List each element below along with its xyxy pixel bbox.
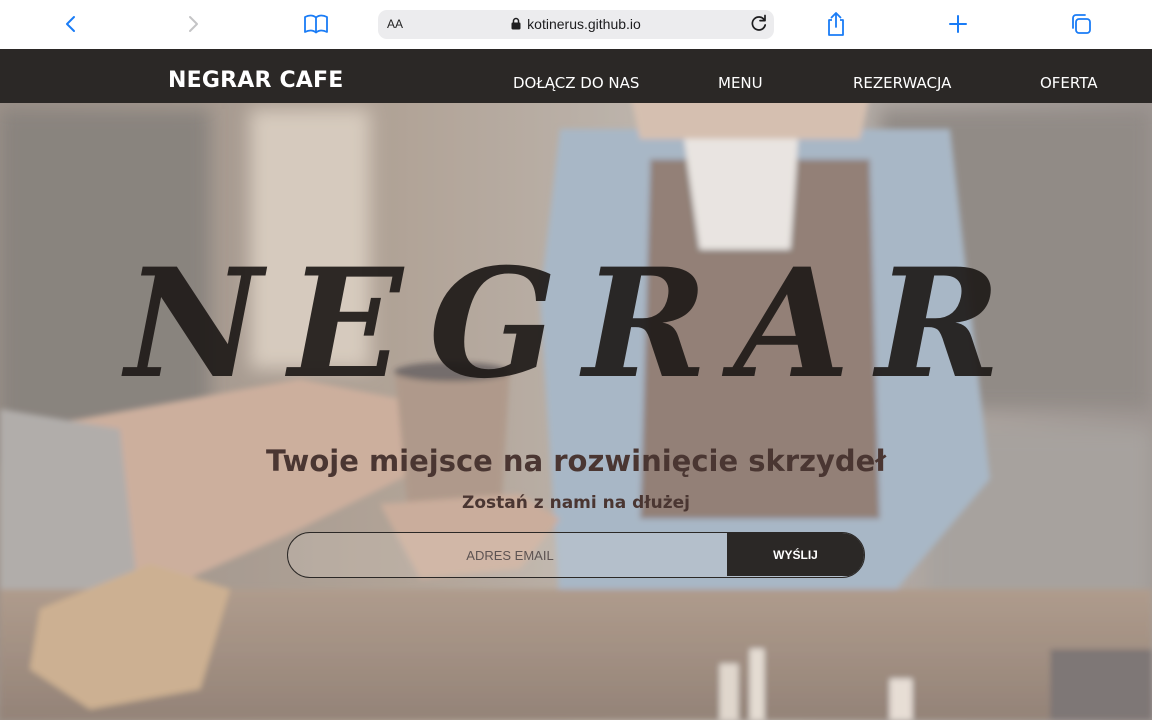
back-icon[interactable] bbox=[57, 10, 85, 38]
site-navbar: NEGRAR CAFE DOŁĄCZ DO NAS MENU REZERWACJ… bbox=[0, 49, 1152, 103]
tabs-icon[interactable] bbox=[1067, 10, 1095, 38]
web-page: NEGRAR CAFE DOŁĄCZ DO NAS MENU REZERWACJ… bbox=[0, 49, 1152, 720]
hero-title: NEGRAR bbox=[125, 236, 1027, 412]
browser-toolbar: AA kotinerus.github.io bbox=[0, 0, 1152, 50]
send-button[interactable]: WYŚLIJ bbox=[727, 533, 864, 576]
email-input[interactable] bbox=[288, 533, 732, 577]
forward-icon[interactable] bbox=[179, 10, 207, 38]
hero-tagline: Zostań z nami na dłużej bbox=[462, 493, 690, 513]
share-icon[interactable] bbox=[822, 10, 850, 38]
nav-link-join[interactable]: DOŁĄCZ DO NAS bbox=[513, 74, 639, 92]
address-bar[interactable]: AA kotinerus.github.io bbox=[378, 10, 774, 39]
site-logo[interactable]: NEGRAR CAFE bbox=[168, 68, 344, 93]
newsletter-form: WYŚLIJ bbox=[287, 532, 865, 578]
lock-icon bbox=[511, 17, 521, 33]
nav-link-offer[interactable]: OFERTA bbox=[1040, 74, 1098, 92]
nav-link-menu[interactable]: MENU bbox=[718, 74, 763, 92]
hero-subtitle: Twoje miejsce na rozwinięcie skrzydeł bbox=[265, 444, 887, 478]
nav-link-reservation[interactable]: REZERWACJA bbox=[853, 74, 951, 92]
url-text: kotinerus.github.io bbox=[527, 16, 641, 32]
reload-icon[interactable] bbox=[748, 12, 770, 38]
bookmarks-icon[interactable] bbox=[302, 10, 330, 38]
url-display: kotinerus.github.io bbox=[378, 16, 774, 33]
new-tab-icon[interactable] bbox=[944, 10, 972, 38]
